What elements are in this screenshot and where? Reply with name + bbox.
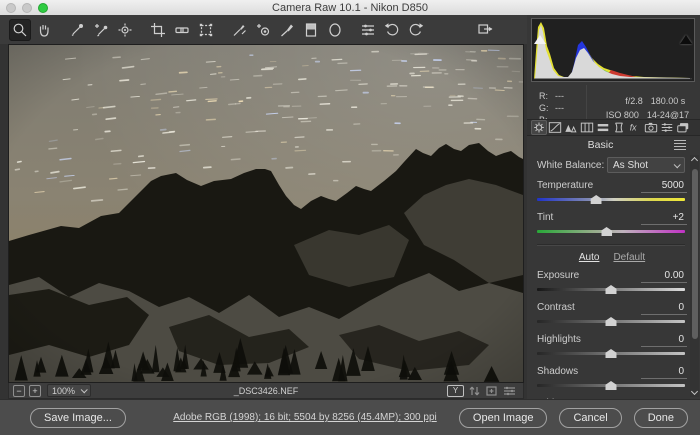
radial-filter-tool-icon[interactable] bbox=[324, 19, 346, 41]
slider-thumb[interactable] bbox=[591, 195, 602, 204]
tab-detail[interactable] bbox=[563, 120, 579, 135]
panel-menu-icon[interactable] bbox=[674, 138, 686, 152]
open-image-button[interactable]: Open Image bbox=[459, 408, 548, 428]
panel-scrollbar[interactable] bbox=[690, 155, 699, 397]
slider-thumb[interactable] bbox=[606, 285, 617, 294]
chevron-down-icon bbox=[674, 161, 681, 168]
rotate-right-icon[interactable] bbox=[405, 19, 427, 41]
panel-tabs: fx bbox=[527, 119, 700, 136]
tab-hsl-grayscale[interactable] bbox=[579, 120, 595, 135]
slider-thumb[interactable] bbox=[606, 349, 617, 358]
basic-panel-body: White Balance: As Shot Temperature5000 Ti… bbox=[527, 153, 687, 399]
before-after-toggle-icon[interactable]: Y bbox=[447, 385, 464, 397]
slider-thumb[interactable] bbox=[606, 317, 617, 326]
svg-text:fx: fx bbox=[630, 123, 637, 133]
slider-label: Highlights bbox=[537, 334, 641, 345]
straighten-tool-icon[interactable] bbox=[171, 19, 193, 41]
tab-camera-calibration[interactable] bbox=[643, 120, 659, 135]
spot-removal-tool-icon[interactable] bbox=[228, 19, 250, 41]
group-separator bbox=[537, 244, 685, 246]
adjustment-brush-tool-icon[interactable] bbox=[276, 19, 298, 41]
toolbar bbox=[0, 15, 527, 44]
auto-link[interactable]: Auto bbox=[579, 252, 600, 263]
tab-tone-curve[interactable] bbox=[547, 120, 563, 135]
save-image-button[interactable]: Save Image... bbox=[30, 408, 126, 428]
exposure-slider[interactable] bbox=[537, 283, 685, 295]
right-panel: R:--- G:--- B:--- f/2.8180.00 s ISO 8001… bbox=[527, 15, 700, 399]
white-balance-label: White Balance: bbox=[537, 160, 607, 171]
slider-value[interactable]: 0 bbox=[641, 302, 687, 315]
slider-thumb[interactable] bbox=[606, 381, 617, 390]
slider-value[interactable]: 0.00 bbox=[641, 270, 687, 283]
scrollbar-thumb[interactable] bbox=[692, 169, 698, 339]
zoom-level-value: 100% bbox=[52, 386, 75, 396]
camera-raw-dialog: Camera Raw 10.1 - Nikon D850 bbox=[0, 0, 700, 435]
targeted-adjustment-tool-icon[interactable] bbox=[114, 19, 136, 41]
panel-header: Basic bbox=[527, 137, 700, 153]
zoom-level-select[interactable]: 100% bbox=[47, 384, 91, 397]
hand-tool-icon[interactable] bbox=[33, 19, 55, 41]
tab-split-toning[interactable] bbox=[595, 120, 611, 135]
highlight-clipping-warning-icon[interactable] bbox=[679, 20, 693, 31]
chevron-down-icon bbox=[81, 386, 88, 393]
workflow-options-link[interactable]: Adobe RGB (1998); 16 bit; 5504 by 8256 (… bbox=[170, 412, 440, 423]
slider-value[interactable]: 0 bbox=[641, 366, 687, 379]
copy-settings-icon[interactable] bbox=[485, 385, 498, 397]
toggle-fullscreen-icon[interactable] bbox=[474, 18, 496, 40]
slider-label: Exposure bbox=[537, 270, 641, 281]
slider-track[interactable] bbox=[537, 198, 685, 201]
panel-title: Basic bbox=[527, 139, 674, 151]
histogram bbox=[531, 18, 695, 82]
graduated-filter-tool-icon[interactable] bbox=[300, 19, 322, 41]
color-sampler-tool-icon[interactable] bbox=[90, 19, 112, 41]
window-title: Camera Raw 10.1 - Nikon D850 bbox=[0, 2, 700, 14]
photo-canvas[interactable] bbox=[8, 44, 524, 383]
slider-value[interactable]: 0 bbox=[641, 334, 687, 347]
bottom-bar: Save Image... Adobe RGB (1998); 16 bit; … bbox=[0, 399, 700, 435]
slider-thumb[interactable] bbox=[601, 227, 612, 236]
titlebar: Camera Raw 10.1 - Nikon D850 bbox=[0, 0, 700, 15]
slider-label: Temperature bbox=[537, 180, 641, 191]
white-balance-value: As Shot bbox=[613, 160, 648, 171]
tab-basic[interactable] bbox=[531, 120, 547, 135]
rotate-left-icon[interactable] bbox=[381, 19, 403, 41]
white-balance-select[interactable]: As Shot bbox=[607, 157, 685, 173]
tab-snapshots[interactable] bbox=[675, 120, 691, 135]
cancel-button[interactable]: Cancel bbox=[559, 408, 621, 428]
swap-before-after-icon[interactable] bbox=[468, 385, 481, 397]
tint-slider[interactable] bbox=[537, 225, 685, 237]
zoom-in-button[interactable]: + bbox=[29, 385, 41, 397]
shadows-slider[interactable] bbox=[537, 379, 685, 391]
tab-lens-corrections[interactable] bbox=[611, 120, 627, 135]
shadow-clipping-warning-icon[interactable] bbox=[533, 20, 547, 31]
transform-tool-icon[interactable] bbox=[195, 19, 217, 41]
tab-effects[interactable]: fx bbox=[627, 120, 643, 135]
tab-presets[interactable] bbox=[659, 120, 675, 135]
slider-value[interactable]: 5000 bbox=[641, 180, 687, 193]
temperature-slider[interactable] bbox=[537, 193, 685, 205]
preferences-icon[interactable] bbox=[357, 19, 379, 41]
contrast-slider[interactable] bbox=[537, 315, 685, 327]
canvas-footer: − + 100% _DSC3426.NEF Y bbox=[8, 383, 524, 399]
done-button[interactable]: Done bbox=[634, 408, 688, 428]
highlights-slider[interactable] bbox=[537, 347, 685, 359]
slider-label: Shadows bbox=[537, 366, 641, 377]
preview-preferences-icon[interactable] bbox=[502, 385, 517, 397]
scroll-down-icon[interactable] bbox=[690, 388, 697, 395]
default-link[interactable]: Default bbox=[613, 252, 645, 263]
red-eye-tool-icon[interactable] bbox=[252, 19, 274, 41]
slider-label: Contrast bbox=[537, 302, 641, 313]
slider-label: Tint bbox=[537, 212, 641, 223]
crop-tool-icon[interactable] bbox=[147, 19, 169, 41]
zoom-tool-icon[interactable] bbox=[9, 19, 31, 41]
scroll-up-icon[interactable] bbox=[690, 157, 697, 164]
white-balance-tool-icon[interactable] bbox=[66, 19, 88, 41]
zoom-out-button[interactable]: − bbox=[13, 385, 25, 397]
slider-value[interactable]: +2 bbox=[641, 212, 687, 225]
